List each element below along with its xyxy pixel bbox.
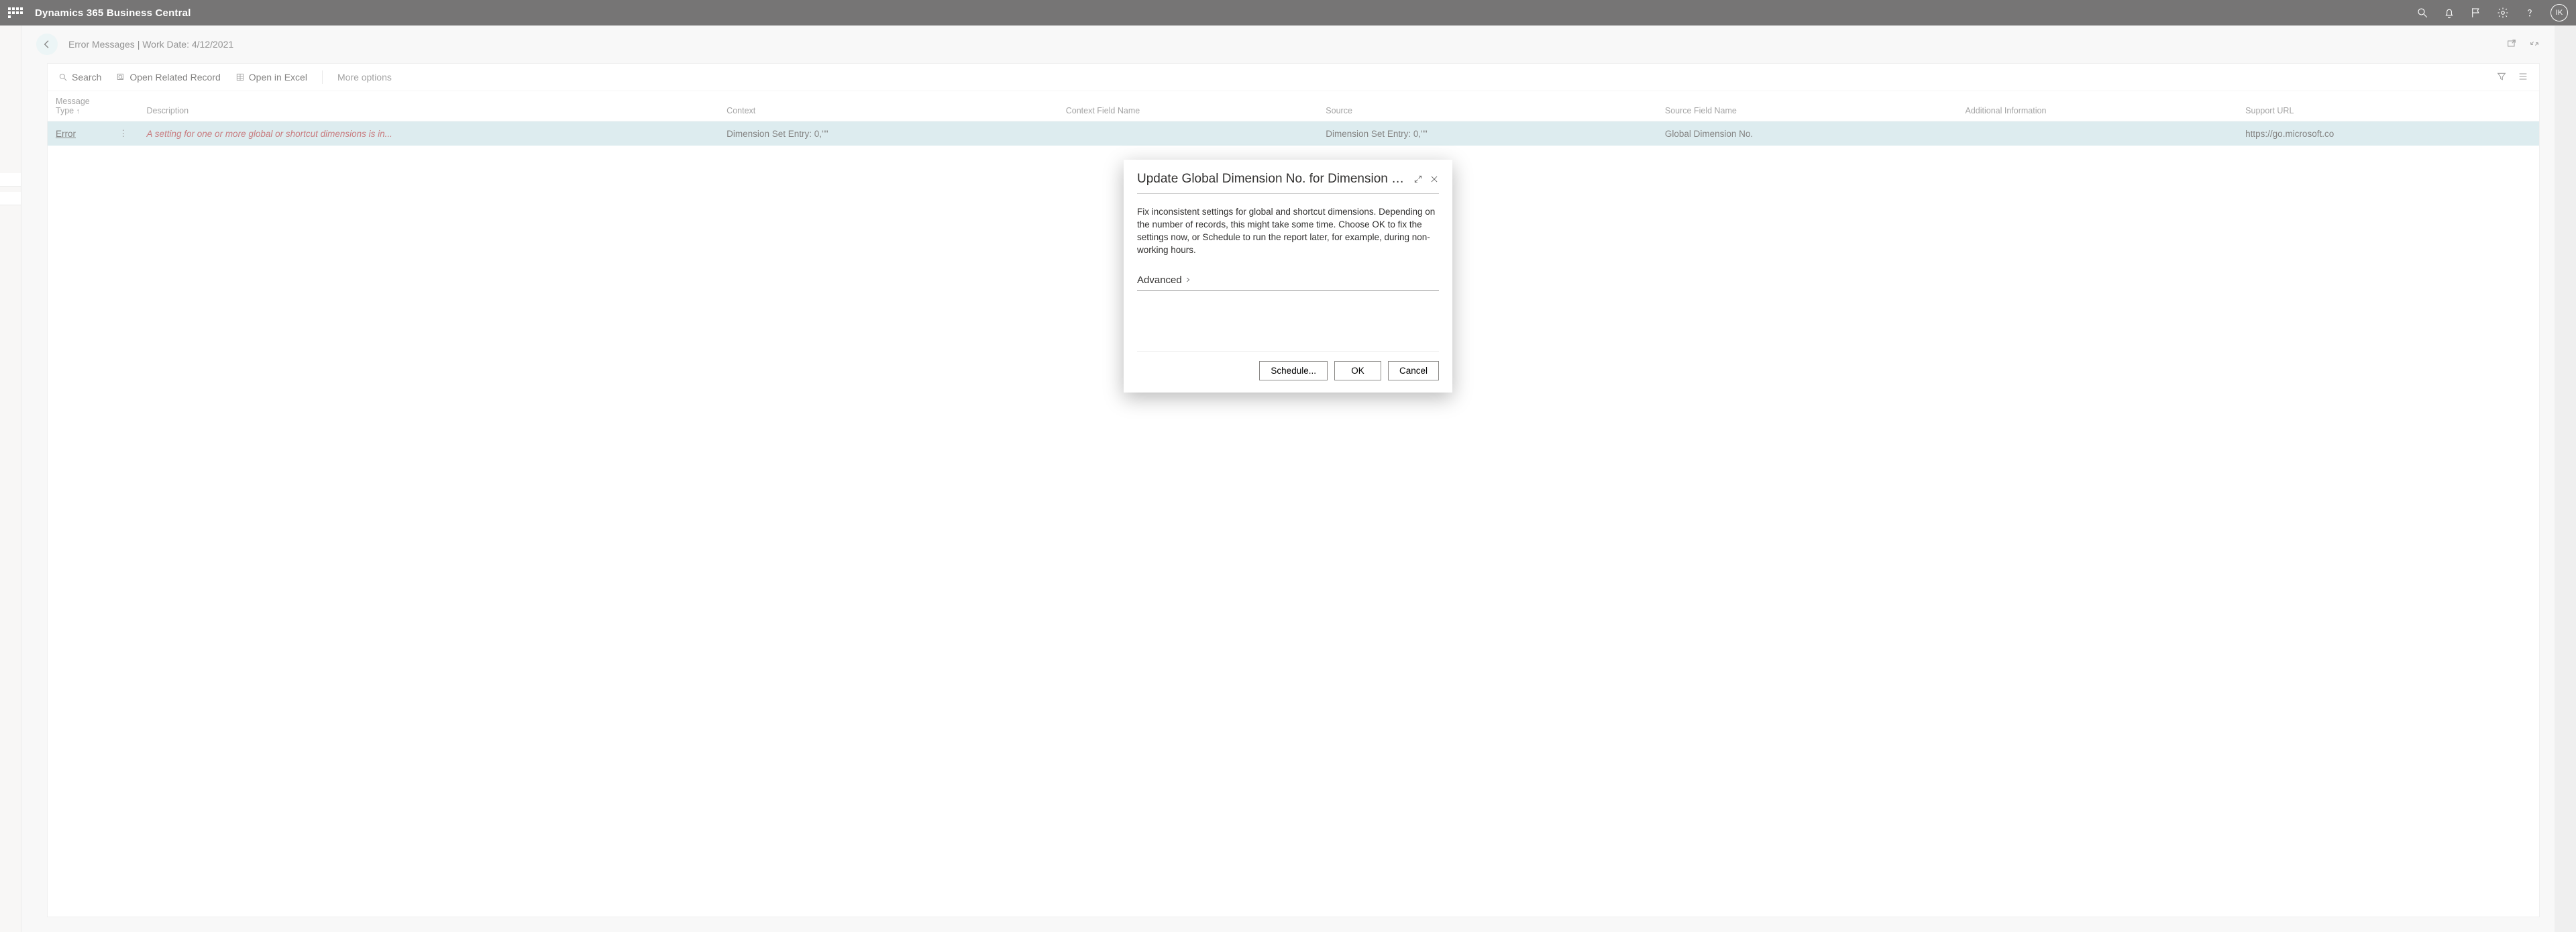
chevron-right-icon (1185, 276, 1191, 283)
advanced-toggle[interactable]: Advanced (1137, 274, 1439, 291)
dialog-spacer (1124, 291, 1452, 351)
dialog-body: Fix inconsistent settings for global and… (1124, 194, 1452, 264)
ok-button[interactable]: OK (1334, 361, 1381, 380)
dialog-header: Update Global Dimension No. for Dimensio… (1124, 160, 1452, 193)
close-icon[interactable] (1430, 172, 1439, 186)
dialog-footer: Schedule... OK Cancel (1124, 352, 1452, 393)
cancel-button[interactable]: Cancel (1388, 361, 1439, 380)
advanced-label: Advanced (1137, 274, 1182, 286)
dialog: Update Global Dimension No. for Dimensio… (1124, 160, 1452, 393)
dialog-title: Update Global Dimension No. for Dimensio… (1137, 172, 1407, 187)
schedule-button[interactable]: Schedule... (1259, 361, 1328, 380)
expand-icon[interactable] (1413, 172, 1423, 186)
overlay-scrim (0, 0, 2576, 932)
